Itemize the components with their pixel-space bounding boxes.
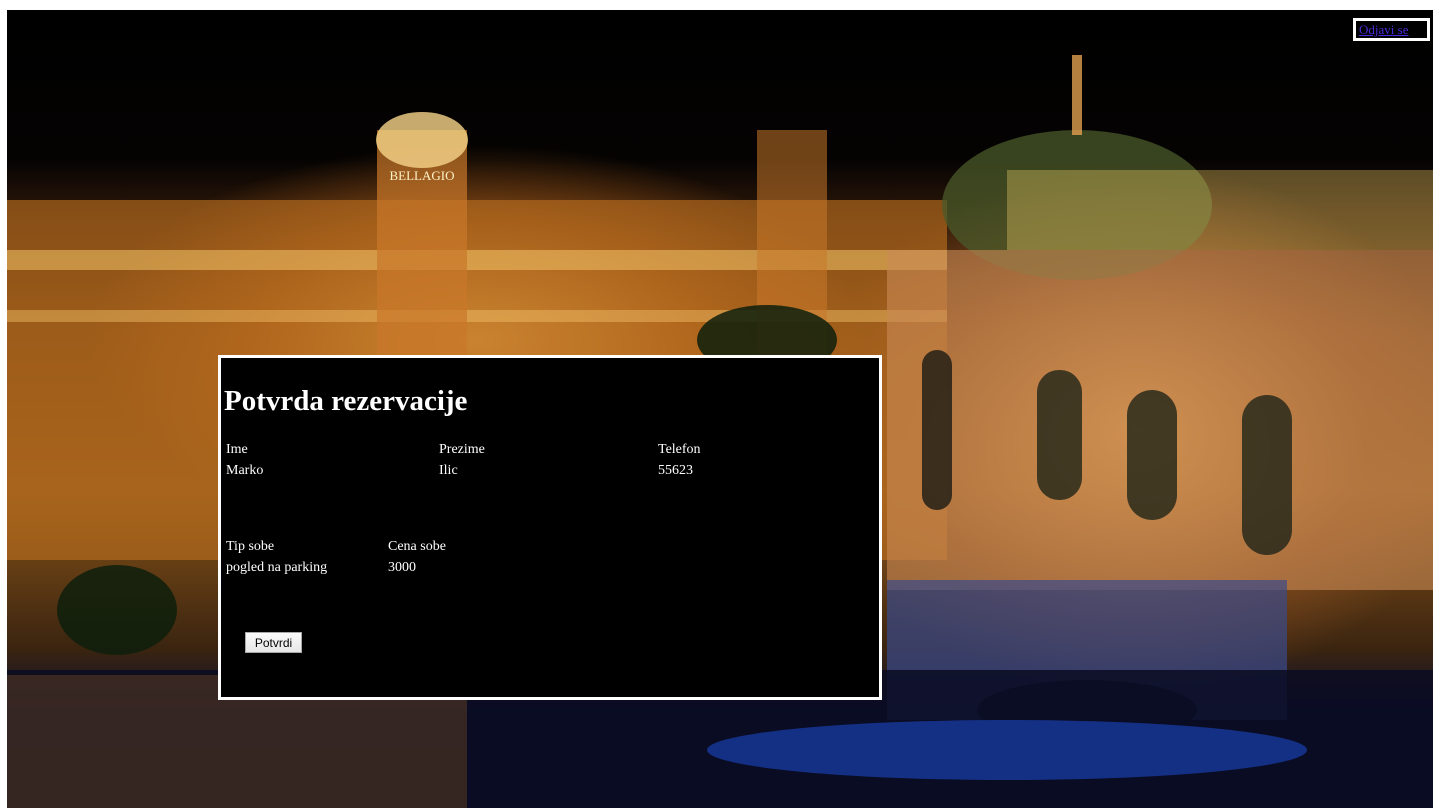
panel-title: Potvrda rezervacije (224, 385, 468, 417)
header-room-type: Tip sobe (226, 539, 275, 554)
header-room-price: Cena sobe (388, 539, 446, 554)
value-phone: 55623 (658, 463, 693, 478)
tower-crown (376, 112, 468, 168)
hotel-sign: BELLAGIO (390, 168, 455, 183)
value-first-name: Marko (226, 463, 264, 478)
value-last-name: Ilic (439, 463, 458, 478)
header-first-name: Ime (226, 442, 248, 457)
palace-roof-lights (1007, 170, 1433, 250)
arched-window (1242, 395, 1292, 555)
reservation-confirmation-panel: Potvrda rezervacije Ime Prezime Telefon … (218, 355, 882, 700)
header-last-name: Prezime (439, 442, 485, 457)
arched-window (1127, 390, 1177, 520)
confirm-button[interactable]: Potvrdi (245, 632, 302, 653)
logout-container: Odjavi se (1353, 18, 1430, 41)
header-phone: Telefon (658, 442, 701, 457)
value-room-price: 3000 (388, 560, 416, 575)
arched-window (1037, 370, 1082, 500)
dome-spire (1072, 55, 1082, 135)
value-room-type: pogled na parking (226, 560, 328, 575)
tree (57, 565, 177, 655)
logout-link[interactable]: Odjavi se (1359, 22, 1408, 37)
arched-window (922, 350, 952, 510)
water-blue-glow (707, 720, 1307, 780)
